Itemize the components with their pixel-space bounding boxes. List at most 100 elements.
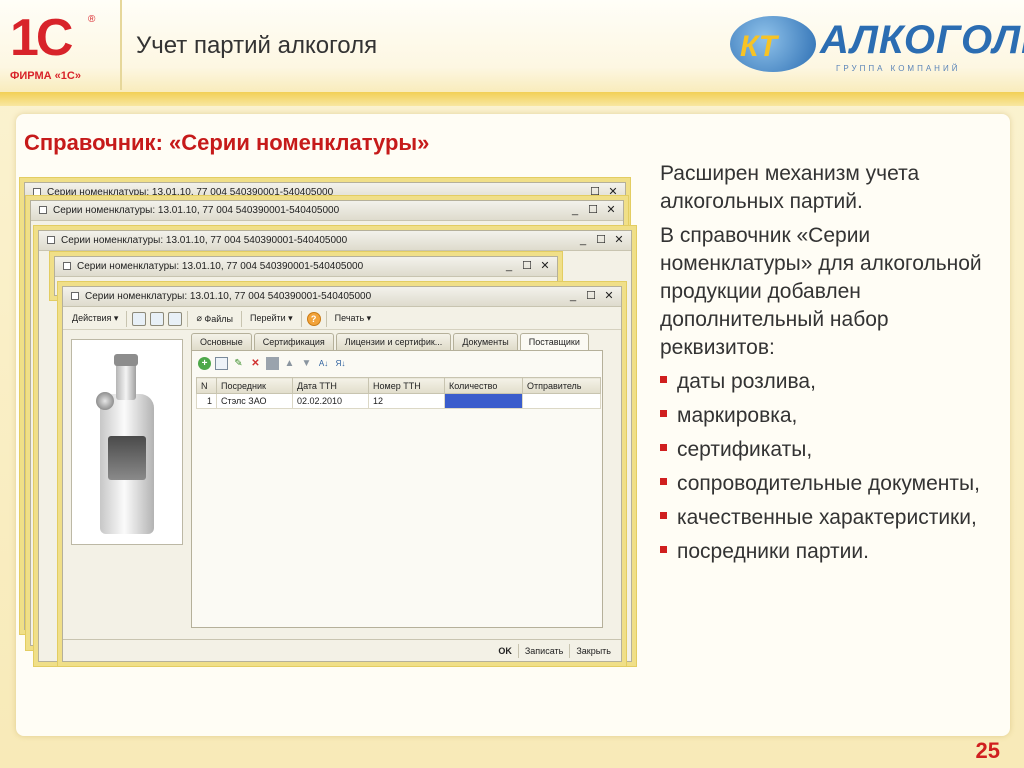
suppliers-panel: + ✎ ✕ ▲ ▼ A↓ Я↓ N Посредник Дата ТТН Ном… bbox=[191, 350, 603, 628]
close-button[interactable]: ✕ bbox=[605, 203, 617, 217]
maximize-button[interactable]: ☐ bbox=[589, 185, 601, 199]
tab-suppliers[interactable]: Поставщики bbox=[519, 333, 589, 351]
list-item-text: сопроводительные документы, bbox=[677, 472, 980, 495]
bottle-neck bbox=[116, 360, 136, 400]
bottle-medal bbox=[96, 392, 114, 410]
move-down-icon[interactable]: ▼ bbox=[300, 357, 313, 370]
window-title: Серии номенклатуры: 13.01.10, 77 004 540… bbox=[85, 291, 372, 302]
cell-quantity[interactable] bbox=[444, 393, 523, 409]
window-title: Серии номенклатуры: 13.01.10, 77 004 540… bbox=[61, 235, 348, 246]
maximize-button[interactable]: ☐ bbox=[587, 203, 599, 217]
column-header-n[interactable]: N bbox=[196, 377, 217, 394]
close-button[interactable]: ✕ bbox=[607, 185, 619, 199]
header-title: Учет партий алкоголя bbox=[136, 32, 378, 59]
cell-intermediary[interactable]: Стэлс ЗАО bbox=[216, 393, 293, 409]
window-icon bbox=[47, 236, 55, 245]
column-header-quantity[interactable]: Количество bbox=[444, 377, 523, 394]
logo-1c-registered: ® bbox=[88, 14, 96, 25]
column-header-intermediary[interactable]: Посредник bbox=[216, 377, 293, 394]
bullet-icon bbox=[660, 478, 667, 485]
table-header-row: N Посредник Дата ТТН Номер ТТН Количеств… bbox=[196, 377, 601, 394]
edit-row-icon[interactable]: ✎ bbox=[232, 357, 245, 370]
logo-1c-mark: 1С bbox=[10, 9, 74, 67]
window-icon bbox=[39, 206, 47, 215]
move-up-icon[interactable]: ▲ bbox=[283, 357, 296, 370]
slide-heading: Справочник: «Серии номенклатуры» bbox=[24, 130, 430, 155]
save-button[interactable]: Записать bbox=[517, 643, 569, 658]
bottle-label bbox=[108, 436, 146, 480]
minimize-button[interactable]: _ bbox=[571, 185, 583, 199]
minimize-button[interactable]: _ bbox=[503, 259, 515, 273]
slide-header: 1С ® ФИРМА «1С» Учет партий алкоголя КТ … bbox=[0, 0, 1024, 96]
maximize-button[interactable]: ☐ bbox=[585, 289, 597, 303]
window-icon bbox=[71, 292, 79, 301]
list-item: сертификаты, bbox=[660, 436, 1000, 464]
list-item-text: посредники партии. bbox=[677, 540, 869, 563]
copy-icon[interactable] bbox=[168, 311, 183, 326]
window-icon bbox=[63, 262, 71, 271]
list-item: посредники партии. bbox=[660, 538, 1000, 566]
list-item-text: маркировка, bbox=[677, 404, 798, 427]
list-item: сопроводительные документы, bbox=[660, 470, 1000, 498]
cell-ttn-number[interactable]: 12 bbox=[368, 393, 445, 409]
product-photo bbox=[71, 339, 183, 545]
window-title: Серии номенклатуры: 13.01.10, 77 004 540… bbox=[47, 187, 334, 198]
window-title: Серии номенклатуры: 13.01.10, 77 004 540… bbox=[53, 205, 340, 216]
help-icon[interactable]: ? bbox=[306, 311, 321, 326]
close-button[interactable]: ✕ bbox=[539, 259, 551, 273]
close-button[interactable]: ✕ bbox=[613, 233, 625, 247]
tab-main[interactable]: Основные bbox=[191, 333, 252, 351]
minimize-button[interactable]: _ bbox=[577, 233, 589, 247]
toolbar-separator bbox=[325, 310, 327, 327]
ok-button[interactable]: OK bbox=[492, 644, 518, 658]
brand-logo-word: АЛКОГОЛЬ bbox=[820, 18, 1024, 62]
bullet-icon bbox=[660, 444, 667, 451]
tab-documents[interactable]: Документы bbox=[453, 333, 518, 351]
add-row-icon[interactable]: + bbox=[198, 357, 211, 370]
close-form-button[interactable]: Закрыть bbox=[569, 643, 617, 658]
tab-licenses[interactable]: Лицензии и сертифик... bbox=[335, 333, 452, 351]
end-edit-icon[interactable] bbox=[266, 357, 279, 370]
files-button[interactable]: ⌀ Файлы bbox=[191, 310, 238, 328]
cell-sender[interactable] bbox=[522, 393, 601, 409]
refresh-icon[interactable] bbox=[150, 311, 165, 326]
window-icon bbox=[33, 188, 41, 197]
minimize-button[interactable]: _ bbox=[567, 289, 579, 303]
actions-menu[interactable]: Действия ▾ bbox=[67, 310, 123, 328]
description-text: Расширен механизм учета алкогольных парт… bbox=[660, 160, 1000, 572]
cell-ttn-date[interactable]: 02.02.2010 bbox=[292, 393, 369, 409]
list-item-text: качественные характеристики, bbox=[677, 506, 977, 529]
column-header-sender[interactable]: Отправитель bbox=[522, 377, 601, 394]
list-item: качественные характеристики, bbox=[660, 504, 1000, 532]
suppliers-table: N Посредник Дата ТТН Номер ТТН Количеств… bbox=[196, 377, 601, 409]
minimize-button[interactable]: _ bbox=[569, 203, 581, 217]
form-buttons: OK Записать Закрыть bbox=[63, 639, 621, 661]
files-label: Файлы bbox=[204, 313, 233, 324]
form-tabs: Основные Сертификация Лицензии и сертифи… bbox=[191, 333, 589, 351]
sort-descending-icon[interactable]: Я↓ bbox=[334, 357, 347, 370]
table-row[interactable]: 1 Стэлс ЗАО 02.02.2010 12 bbox=[196, 393, 601, 409]
logo-1c-text: ФИРМА «1С» bbox=[10, 70, 81, 82]
bullet-icon bbox=[660, 376, 667, 383]
column-header-ttn-date[interactable]: Дата ТТН bbox=[292, 377, 369, 394]
print-menu[interactable]: Печать ▾ bbox=[330, 310, 377, 328]
close-button[interactable]: ✕ bbox=[603, 289, 615, 303]
description-intro: Расширен механизм учета алкогольных парт… bbox=[660, 162, 920, 213]
sort-ascending-icon[interactable]: A↓ bbox=[317, 357, 330, 370]
toolbar-separator bbox=[126, 310, 128, 327]
maximize-button[interactable]: ☐ bbox=[521, 259, 533, 273]
goto-menu[interactable]: Перейти ▾ bbox=[245, 310, 298, 328]
maximize-button[interactable]: ☐ bbox=[595, 233, 607, 247]
bullet-icon bbox=[660, 410, 667, 417]
brand-logo-subtitle: ГРУППА КОМПАНИЙ bbox=[836, 64, 961, 73]
description-body: В справочник «Серии номенклатуры» для ал… bbox=[660, 224, 982, 359]
copy-row-icon[interactable] bbox=[215, 357, 228, 370]
cell-n[interactable]: 1 bbox=[196, 393, 217, 409]
delete-row-icon[interactable]: ✕ bbox=[249, 357, 262, 370]
tab-certification[interactable]: Сертификация bbox=[253, 333, 334, 351]
list-item-text: даты розлива, bbox=[677, 370, 816, 393]
save-form-icon[interactable] bbox=[132, 311, 147, 326]
column-header-ttn-number[interactable]: Номер ТТН bbox=[368, 377, 445, 394]
list-item: маркировка, bbox=[660, 402, 1000, 430]
bullet-icon bbox=[660, 512, 667, 519]
